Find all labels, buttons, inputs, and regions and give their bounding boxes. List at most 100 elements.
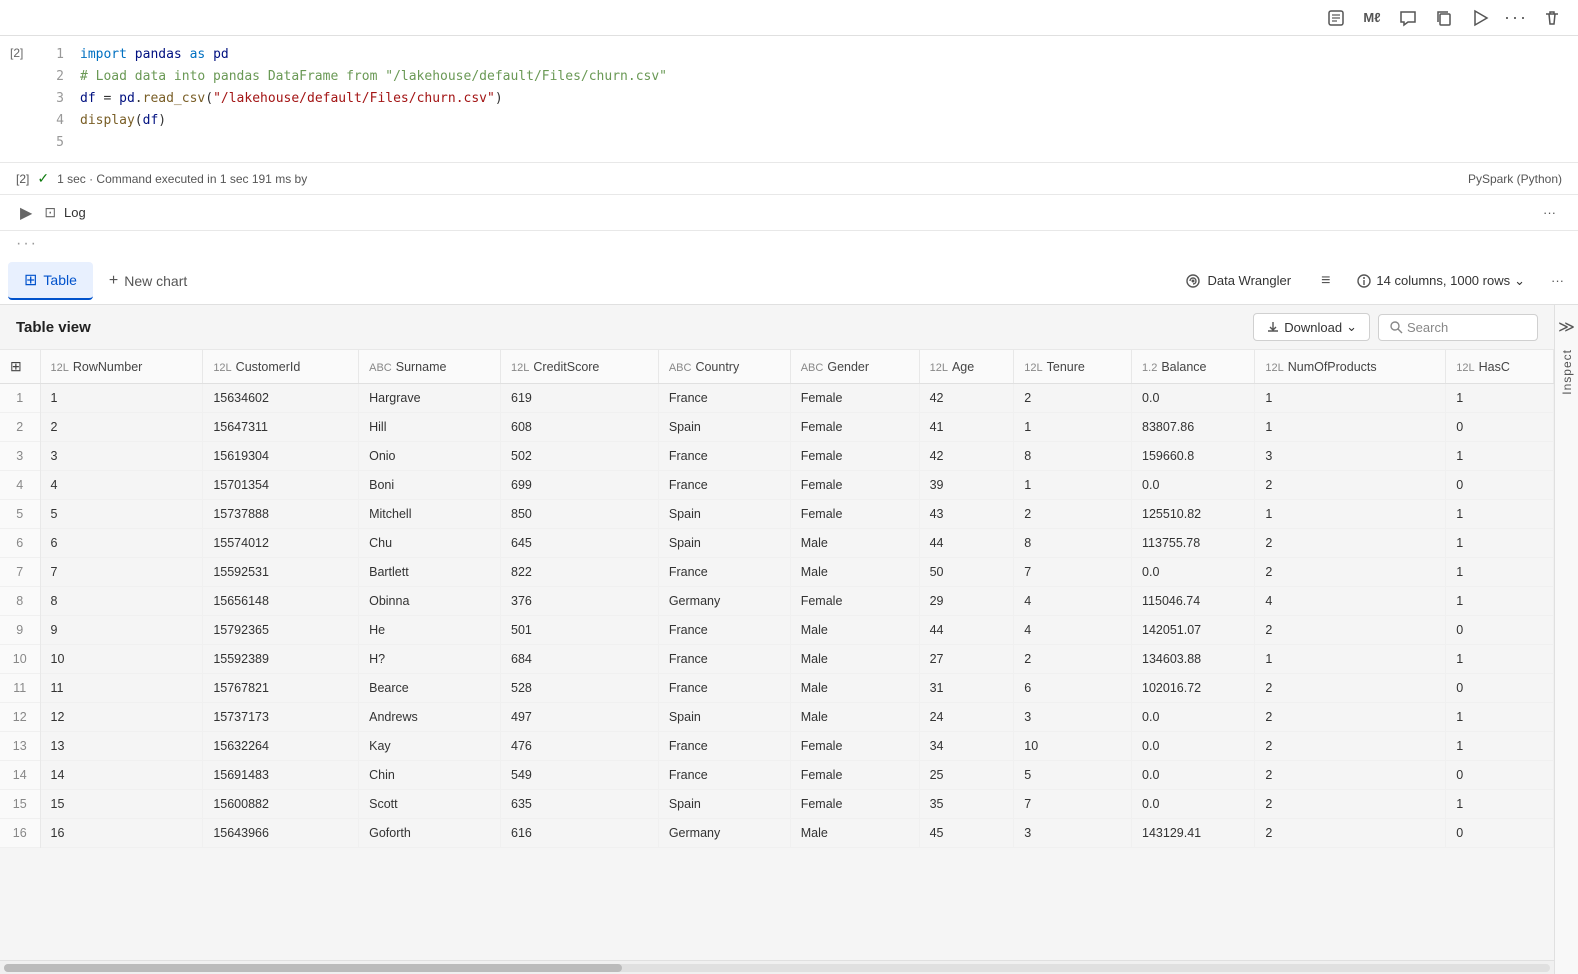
cell-numofproducts: 3 — [1255, 442, 1446, 471]
cell-balance: 113755.78 — [1132, 529, 1255, 558]
cell-hasc: 0 — [1446, 819, 1554, 848]
tab-table[interactable]: ⊞ Table — [8, 262, 93, 300]
cell-gender: Female — [790, 587, 919, 616]
exec-bar: [2] ✓ 1 sec · Command executed in 1 sec … — [0, 163, 1578, 195]
col-balance[interactable]: 1.2Balance — [1132, 350, 1255, 384]
cell-rn: 6 — [0, 529, 40, 558]
delete-icon[interactable] — [1538, 4, 1566, 32]
cell-balance: 0.0 — [1132, 703, 1255, 732]
cell-customerid: 15737888 — [203, 500, 359, 529]
data-wrangler-button[interactable]: Data Wrangler — [1173, 267, 1303, 295]
table-tab-icon: ⊞ — [24, 270, 37, 290]
cell-gender: Female — [790, 732, 919, 761]
comment-icon[interactable] — [1394, 4, 1422, 32]
cell-hasc: 0 — [1446, 413, 1554, 442]
cell-gender: Male — [790, 674, 919, 703]
cell-rownumber: 11 — [40, 674, 203, 703]
cell-customerid: 15656148 — [203, 587, 359, 616]
tab-new-chart[interactable]: + New chart — [93, 262, 203, 300]
table-view-header: Table view Download ⌄ Search — [0, 305, 1554, 350]
cell-rn: 12 — [0, 703, 40, 732]
scroll-track[interactable] — [4, 964, 1550, 972]
log-more-button[interactable]: ··· — [1537, 203, 1562, 222]
cell-tenure: 6 — [1014, 674, 1132, 703]
cell-rownumber: 1 — [40, 384, 203, 413]
cell-age: 42 — [919, 384, 1014, 413]
table-container[interactable]: ⊞ 12LRowNumber 12LCustomerId ABCSurname … — [0, 350, 1554, 960]
log-expand-button[interactable]: ▶ — [16, 199, 36, 227]
col-numofproducts[interactable]: 12LNumOfProducts — [1255, 350, 1446, 384]
cell-creditscore: 822 — [501, 558, 659, 587]
horizontal-scrollbar[interactable] — [0, 960, 1554, 974]
cell-age: 24 — [919, 703, 1014, 732]
cell-surname: Boni — [359, 471, 501, 500]
col-gender[interactable]: ABCGender — [790, 350, 919, 384]
ml-icon[interactable]: Mℓ — [1358, 4, 1386, 32]
cell-surname: Obinna — [359, 587, 501, 616]
col-creditscore[interactable]: 12LCreditScore — [501, 350, 659, 384]
col-country[interactable]: ABCCountry — [658, 350, 790, 384]
cell-gender: Female — [790, 413, 919, 442]
cell-rownumber: 15 — [40, 790, 203, 819]
inspect-collapse-button[interactable]: ≫ — [1554, 313, 1578, 341]
filter-button[interactable]: ≡ — [1315, 268, 1336, 294]
line-numbers: 12345 — [40, 44, 80, 154]
scroll-thumb[interactable] — [4, 964, 622, 972]
col-hasc[interactable]: 12LHasC — [1446, 350, 1554, 384]
cell-tenure: 4 — [1014, 616, 1132, 645]
more-icon[interactable]: ··· — [1502, 4, 1530, 32]
cell-number: [2] — [0, 40, 40, 60]
cell-numofproducts: 2 — [1255, 674, 1446, 703]
copy-icon[interactable] — [1430, 4, 1458, 32]
col-customerid[interactable]: 12LCustomerId — [203, 350, 359, 384]
cell-customerid: 15592389 — [203, 645, 359, 674]
cell-surname: Goforth — [359, 819, 501, 848]
cell-hasc: 1 — [1446, 645, 1554, 674]
cell-numofproducts: 2 — [1255, 529, 1446, 558]
cell-age: 45 — [919, 819, 1014, 848]
cell-gender: Female — [790, 442, 919, 471]
exec-left: [2] ✓ 1 sec · Command executed in 1 sec … — [16, 170, 307, 187]
tab-more-button[interactable]: ··· — [1545, 271, 1570, 290]
exec-runtime: PySpark (Python) — [1468, 172, 1562, 186]
cell-balance: 0.0 — [1132, 384, 1255, 413]
cell-surname: Chu — [359, 529, 501, 558]
cell-rn: 3 — [0, 442, 40, 471]
cell-gender: Female — [790, 384, 919, 413]
three-dots-separator: ··· — [0, 231, 1578, 257]
col-surname[interactable]: ABCSurname — [359, 350, 501, 384]
cell-surname: Chin — [359, 761, 501, 790]
data-table: ⊞ 12LRowNumber 12LCustomerId ABCSurname … — [0, 350, 1554, 848]
cell-rownumber: 3 — [40, 442, 203, 471]
cell-tenure: 7 — [1014, 790, 1132, 819]
cell-hasc: 1 — [1446, 732, 1554, 761]
col-rownumber[interactable]: 12LRowNumber — [40, 350, 203, 384]
columns-info[interactable]: 14 columns, 1000 rows ⌄ — [1348, 269, 1533, 293]
run-icon[interactable] — [1466, 4, 1494, 32]
col-age[interactable]: 12LAge — [919, 350, 1014, 384]
cell-surname: Hill — [359, 413, 501, 442]
col-tenure[interactable]: 12LTenure — [1014, 350, 1132, 384]
cell-balance: 134603.88 — [1132, 645, 1255, 674]
cell-customerid: 15767821 — [203, 674, 359, 703]
inspect-panel[interactable]: ≫ Inspect — [1554, 305, 1578, 974]
download-button[interactable]: Download ⌄ — [1253, 313, 1370, 341]
cell-hasc: 1 — [1446, 500, 1554, 529]
download-label: Download — [1284, 320, 1342, 335]
cell-hasc: 1 — [1446, 558, 1554, 587]
cell-customerid: 15691483 — [203, 761, 359, 790]
notebook-icon[interactable] — [1322, 4, 1350, 32]
cell-rownumber: 4 — [40, 471, 203, 500]
inspect-label[interactable]: Inspect — [1560, 341, 1574, 403]
cell-age: 34 — [919, 732, 1014, 761]
cell-tenure: 2 — [1014, 500, 1132, 529]
table-row: 2215647311Hill608SpainFemale41183807.861… — [0, 413, 1554, 442]
cell-age: 43 — [919, 500, 1014, 529]
cell-tenure: 4 — [1014, 587, 1132, 616]
table-row: 111115767821Bearce528FranceMale316102016… — [0, 674, 1554, 703]
cell-country: France — [658, 616, 790, 645]
code-lines[interactable]: import pandas as pd # Load data into pan… — [80, 44, 1578, 154]
cell-gender: Male — [790, 819, 919, 848]
search-box[interactable]: Search — [1378, 314, 1538, 341]
cell-balance: 102016.72 — [1132, 674, 1255, 703]
